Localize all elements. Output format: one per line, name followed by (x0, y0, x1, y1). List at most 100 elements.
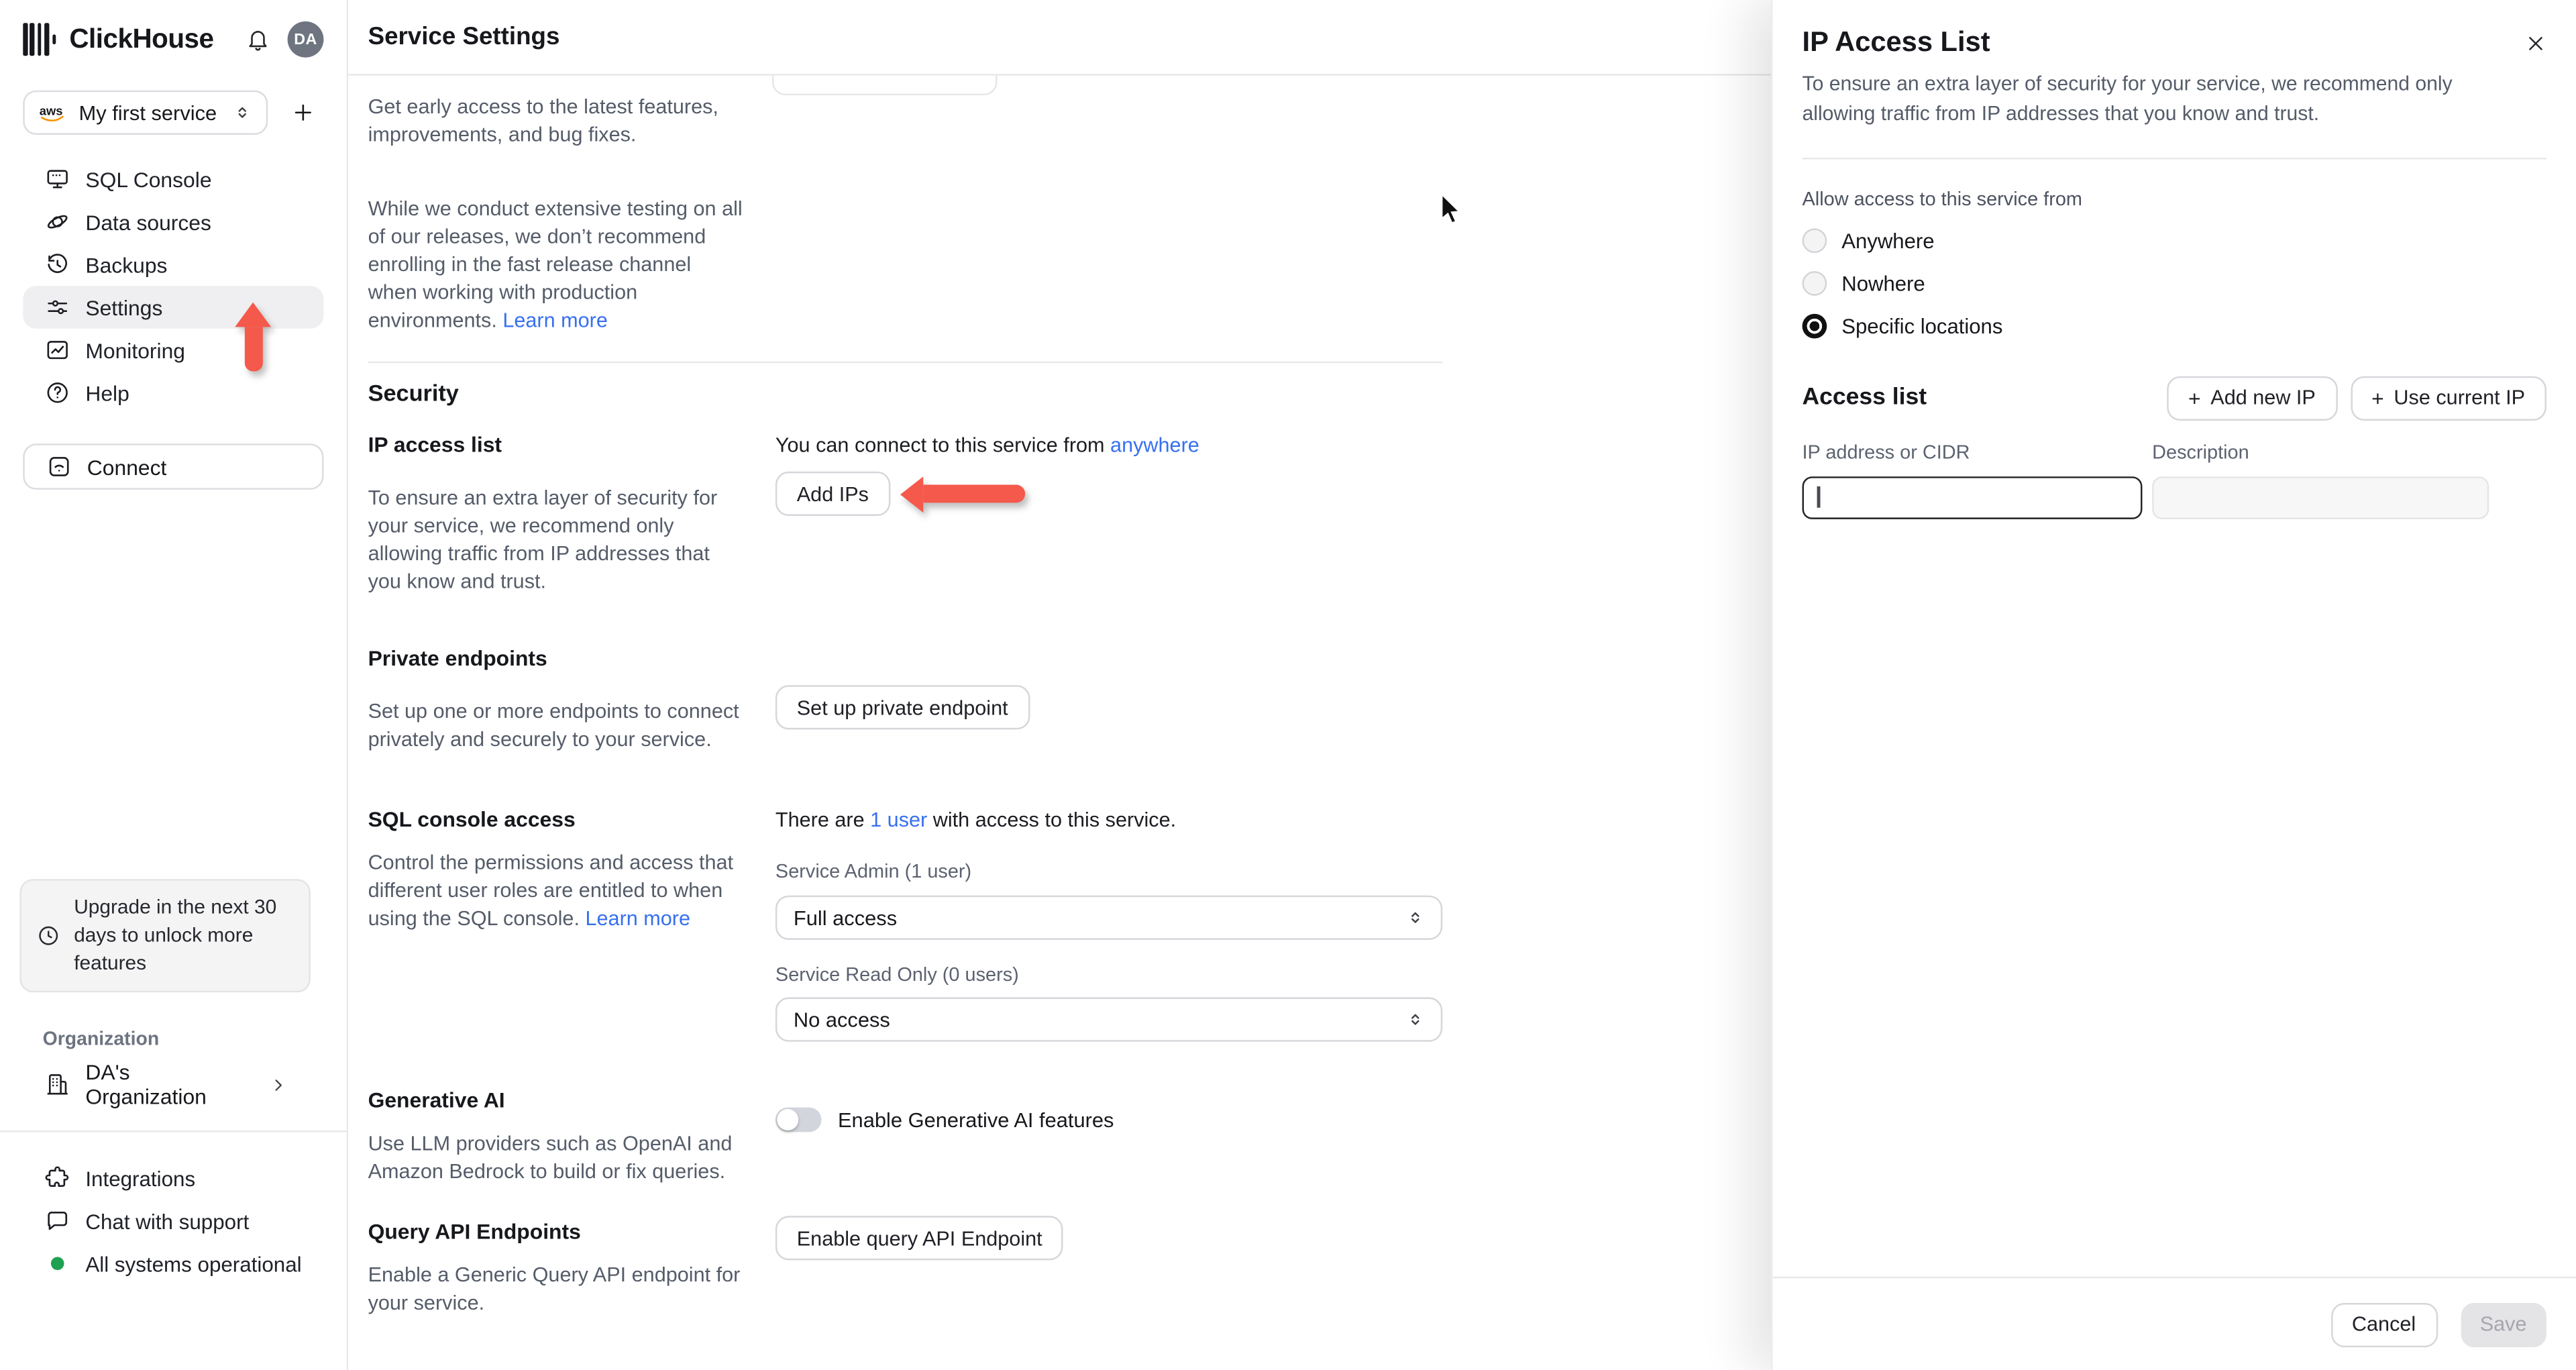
sidebar-item-data-sources[interactable]: Data sources (23, 201, 323, 244)
connect-label: Connect (87, 454, 167, 479)
settings-sliders-icon (48, 300, 68, 315)
clipped-dropdown-remnant[interactable] (772, 75, 998, 96)
footer-item-label: Integrations (85, 1165, 196, 1191)
connect-icon (49, 457, 69, 476)
footer-item-label: Chat with support (85, 1208, 250, 1233)
sidebar-item-settings[interactable]: Settings (23, 286, 324, 329)
panel-divider (1802, 157, 2546, 159)
add-new-ip-button[interactable]: + Add new IP (2167, 375, 2337, 421)
upgrade-banner[interactable]: Upgrade in the next 30 days to unlock mo… (19, 878, 311, 993)
learn-more-link[interactable]: Learn more (502, 309, 608, 331)
plus-icon: + (2371, 385, 2384, 411)
radio-option-anywhere[interactable]: Anywhere (1802, 228, 2546, 254)
one-user-link[interactable]: 1 user (870, 808, 927, 831)
brand-row: ClickHouse DA (23, 19, 324, 59)
panel-header: IP Access List To ensure an extra layer … (1772, 0, 2576, 159)
text-caret (1817, 486, 1820, 509)
radio-icon[interactable] (1802, 314, 1827, 339)
enable-query-api-button[interactable]: Enable query API Endpoint (775, 1216, 1064, 1261)
anywhere-link[interactable]: anywhere (1110, 434, 1199, 457)
sidebar-item-backups[interactable]: Backups (23, 243, 323, 286)
avatar[interactable]: DA (287, 21, 324, 58)
sidebar-item-label: Help (85, 380, 129, 405)
radio-option-specific-locations[interactable]: Specific locations (1802, 313, 2546, 339)
generative-ai-toggle[interactable] (775, 1107, 822, 1132)
use-current-ip-button[interactable]: + Use current IP (2350, 375, 2546, 421)
ip-access-list-title: IP access list (368, 432, 502, 457)
sql-access-summary: There are 1 user with access to this ser… (775, 808, 1177, 832)
organization-name: DA's Organization (85, 1059, 207, 1110)
upgrade-text: Upgrade in the next 30 days to unlock mo… (74, 895, 277, 975)
sidebar-footer: Integrations Chat with support All syste… (23, 1161, 323, 1279)
sidebar-item-monitoring[interactable]: Monitoring (23, 329, 323, 372)
clickhouse-logo-icon[interactable] (23, 23, 56, 56)
sidebar-item-chat-support[interactable]: Chat with support (23, 1204, 323, 1237)
sql-console-access-title: SQL console access (368, 806, 576, 832)
page-title: Service Settings (368, 23, 560, 51)
plus-icon (294, 104, 311, 121)
clock-icon (39, 926, 58, 945)
chevron-right-icon (275, 1079, 282, 1090)
organization-building-icon (47, 1074, 68, 1095)
organization-section-label: Organization (42, 1029, 160, 1050)
radio-icon[interactable] (1802, 228, 1827, 254)
private-endpoints-title: Private endpoints (368, 645, 547, 671)
svg-text:aws: aws (40, 103, 63, 117)
sql-console-access-description: Control the permissions and access that … (368, 851, 734, 931)
access-list-form: IP address or CIDR Description (1802, 439, 2546, 519)
status-green-dot-icon (50, 1257, 64, 1271)
panel-title: IP Access List (1802, 26, 1990, 58)
chat-bubble-icon (48, 1212, 68, 1230)
generative-ai-title: Generative AI (368, 1088, 505, 1112)
service-admin-label: Service Admin (1 user) (775, 859, 972, 883)
mouse-cursor (1440, 192, 1462, 225)
close-icon[interactable] (2520, 28, 2550, 58)
query-api-title: Query API Endpoints (368, 1219, 581, 1244)
ip-access-list-description: To ensure an extra layer of security for… (368, 486, 718, 594)
generative-ai-description: Use LLM providers such as OpenAI and Ama… (368, 1132, 733, 1183)
connect-button[interactable]: Connect (23, 443, 324, 490)
add-ips-button[interactable]: Add IPs (775, 471, 890, 516)
app-root: ClickHouse DA aws My first service SQL C… (0, 0, 2576, 1370)
sidebar-item-sql-console[interactable]: SQL Console (23, 158, 323, 201)
setup-private-endpoint-button[interactable]: Set up private endpoint (775, 685, 1030, 730)
allow-access-label: Allow access to this service from (1802, 187, 2082, 210)
access-list-header: Access list + Add new IP + Use current IP (1803, 375, 2546, 421)
panel-body: Allow access to this service from Anywhe… (1772, 187, 2576, 519)
save-button[interactable]: Save (2460, 1302, 2546, 1347)
sidebar-item-label: Backups (85, 252, 168, 277)
fast-release-paragraph-1: Get early access to the latest features,… (368, 95, 718, 146)
sidebar-item-label: Settings (85, 295, 163, 320)
sidebar-item-label: SQL Console (85, 166, 212, 192)
radio-icon[interactable] (1802, 271, 1827, 297)
service-admin-value: Full access (793, 906, 898, 929)
ip-address-label: IP address or CIDR (1802, 439, 1970, 463)
notifications-bell-icon[interactable] (240, 21, 276, 58)
service-admin-select[interactable]: Full access (775, 895, 1443, 940)
sidebar-nav: SQL Console Data sources Backups Setting… (23, 158, 324, 414)
description-input[interactable] (2152, 476, 2489, 519)
annotation-arrow-left (900, 475, 1025, 512)
system-status-row[interactable]: All systems operational (23, 1247, 323, 1280)
sidebar-item-integrations[interactable]: Integrations (23, 1161, 323, 1194)
ip-address-input[interactable] (1802, 476, 2143, 519)
section-divider (368, 361, 1443, 364)
add-service-button[interactable] (281, 91, 324, 134)
learn-more-link[interactable]: Learn more (585, 907, 690, 930)
chevron-up-down-icon (1411, 912, 1419, 923)
service-selector-row: aws My first service (23, 90, 324, 135)
help-question-icon (47, 382, 68, 403)
sidebar-item-help[interactable]: Help (23, 371, 323, 414)
service-selector[interactable]: aws My first service (23, 90, 268, 135)
brand-name[interactable]: ClickHouse (69, 24, 214, 56)
radio-option-nowhere[interactable]: Nowhere (1802, 270, 2546, 297)
chevron-up-down-icon (1411, 1014, 1419, 1025)
organization-row[interactable]: DA's Organization (23, 1060, 323, 1109)
integrations-puzzle-icon (45, 1166, 69, 1187)
annotation-arrow-up (235, 302, 272, 372)
service-readonly-value: No access (793, 1008, 890, 1031)
service-name: My first service (78, 101, 217, 124)
service-readonly-select[interactable]: No access (775, 997, 1443, 1042)
cancel-button[interactable]: Cancel (2330, 1302, 2438, 1347)
sidebar-item-label: Data sources (85, 209, 211, 234)
